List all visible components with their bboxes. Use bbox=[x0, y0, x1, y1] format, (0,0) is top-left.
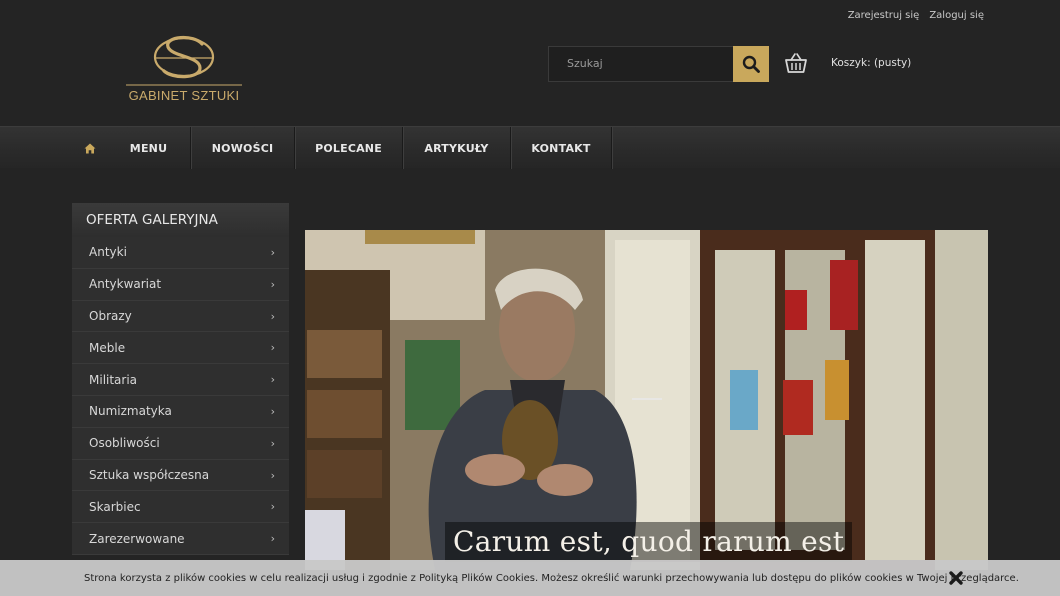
category-sidebar: OFERTA GALERYJNA Antyki › Antykwariat › Ob… bbox=[72, 203, 289, 555]
register-link[interactable]: Zarejestruj się bbox=[848, 10, 920, 21]
main-navigation: MENU NOWOŚCI POLECANE ARTYKUŁY KONTAKT bbox=[0, 126, 1060, 169]
site-logo[interactable]: GABINET SZTUKI bbox=[124, 30, 244, 106]
sidebar-title: OFERTA GALERYJNA bbox=[72, 203, 289, 237]
nav-item-kontakt[interactable]: KONTAKT bbox=[511, 127, 612, 169]
category-label: Osobliwości bbox=[89, 436, 160, 451]
category-label: Militaria bbox=[89, 372, 138, 387]
category-label: Zarezerwowane bbox=[89, 531, 185, 546]
search-icon bbox=[742, 55, 760, 73]
home-icon bbox=[84, 143, 95, 153]
category-item-zarezerwowane[interactable]: Zarezerwowane › bbox=[72, 523, 289, 555]
category-item-meble[interactable]: Meble › bbox=[72, 332, 289, 365]
cart-status[interactable]: Koszyk: (pusty) bbox=[831, 57, 911, 69]
category-item-skarbiec[interactable]: Skarbiec › bbox=[72, 491, 289, 524]
category-item-antyki[interactable]: Antyki › bbox=[72, 237, 289, 269]
cookie-notice-text: Strona korzysta z plików cookies w celu … bbox=[84, 573, 1019, 584]
slide-painting-image bbox=[305, 230, 988, 570]
nav-item-artykuly[interactable]: ARTYKUŁY bbox=[403, 127, 511, 169]
basket-icon[interactable] bbox=[784, 52, 808, 74]
search-input[interactable]: Szukaj bbox=[548, 46, 734, 82]
home-link[interactable] bbox=[72, 127, 107, 169]
chevron-right-icon: › bbox=[270, 500, 275, 514]
category-item-militaria[interactable]: Militaria › bbox=[72, 364, 289, 396]
logo-text: GABINET SZTUKI bbox=[128, 88, 240, 103]
chevron-right-icon: › bbox=[270, 277, 275, 291]
hero-slider[interactable]: Carum est, quod rarum est bbox=[305, 230, 988, 570]
chevron-right-icon: › bbox=[270, 436, 275, 450]
nav-item-polecane[interactable]: POLECANE bbox=[295, 127, 403, 169]
login-link[interactable]: Zaloguj się bbox=[929, 10, 984, 21]
category-label: Antykwariat bbox=[89, 277, 162, 292]
slide-caption: Carum est, quod rarum est bbox=[445, 522, 853, 562]
close-icon[interactable] bbox=[948, 570, 964, 586]
chevron-right-icon: › bbox=[270, 404, 275, 418]
chevron-right-icon: › bbox=[270, 309, 275, 323]
nav-item-menu[interactable]: MENU bbox=[107, 127, 191, 169]
chevron-right-icon: › bbox=[270, 246, 275, 259]
chevron-right-icon: › bbox=[270, 341, 275, 355]
category-label: Numizmatyka bbox=[89, 404, 172, 419]
cookie-banner: Strona korzysta z plików cookies w celu … bbox=[0, 560, 1060, 596]
search-button[interactable] bbox=[733, 46, 769, 82]
slide-divider bbox=[632, 398, 662, 400]
category-item-antykwariat[interactable]: Antykwariat › bbox=[72, 268, 289, 301]
chevron-right-icon: › bbox=[270, 468, 275, 482]
nav-item-nowosci[interactable]: NOWOŚCI bbox=[191, 127, 295, 169]
category-label: Meble bbox=[89, 340, 126, 355]
category-item-sztuka-wspolczesna[interactable]: Sztuka współczesna › bbox=[72, 459, 289, 492]
category-label: Sztuka współczesna bbox=[89, 467, 210, 482]
chevron-right-icon: › bbox=[270, 532, 275, 546]
logo-emblem-icon bbox=[126, 36, 242, 86]
account-links: Zarejestruj się Zaloguj się bbox=[848, 10, 984, 21]
category-label: Skarbiec bbox=[89, 499, 141, 514]
category-label: Antyki bbox=[89, 245, 127, 260]
category-item-osobliwosci[interactable]: Osobliwości › bbox=[72, 427, 289, 460]
category-item-obrazy[interactable]: Obrazy › bbox=[72, 300, 289, 333]
category-item-numizmatyka[interactable]: Numizmatyka › bbox=[72, 395, 289, 428]
site-header: Zarejestruj się Zaloguj się GABINET SZTU… bbox=[0, 0, 1060, 126]
category-label: Obrazy bbox=[89, 308, 132, 323]
chevron-right-icon: › bbox=[270, 373, 275, 387]
